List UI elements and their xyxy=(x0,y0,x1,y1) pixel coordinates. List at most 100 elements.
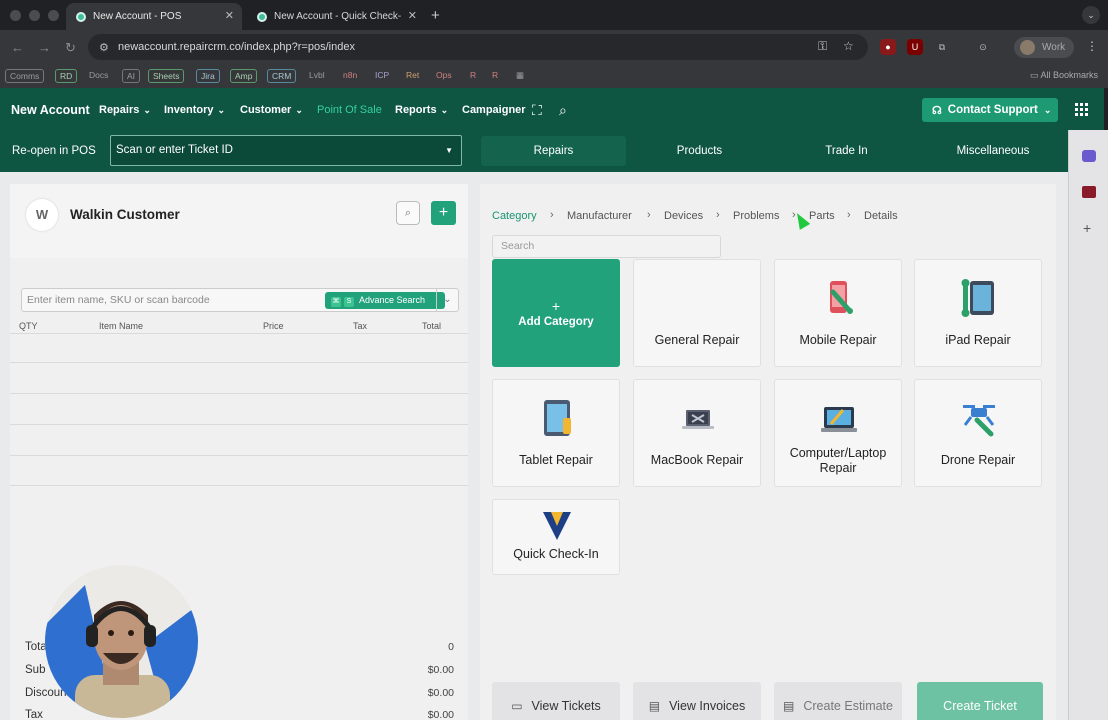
close-icon[interactable]: ✕ xyxy=(225,9,234,22)
apps-grid-icon[interactable] xyxy=(1075,103,1088,116)
bookmark-item[interactable]: Amp xyxy=(230,69,258,83)
tab-title: New Account - Quick Check- xyxy=(274,11,402,22)
app-top-nav: New Account Repairs ⌄ Inventory ⌄ Customer… xyxy=(0,88,1104,132)
category-card-macbook-repair[interactable]: MacBook Repair xyxy=(633,379,761,487)
forward-arrow-icon[interactable]: → xyxy=(38,40,51,55)
bookmark-item[interactable]: Docs xyxy=(85,69,112,83)
extension-target-icon[interactable]: ⊙ xyxy=(975,39,991,55)
ticket-id-select[interactable]: Scan or enter Ticket ID ▼ xyxy=(110,135,462,166)
avatar xyxy=(1020,40,1035,55)
bookmark-item[interactable]: AI xyxy=(122,69,141,83)
item-search-input[interactable]: Enter item name, SKU or scan barcode ⌘ S … xyxy=(21,288,459,312)
bookmark-star-icon[interactable]: ☆ xyxy=(843,39,854,53)
divider xyxy=(10,362,468,363)
tab-repairs[interactable]: Repairs xyxy=(481,136,626,166)
breadcrumb-category[interactable]: Category xyxy=(492,210,537,222)
new-tab-plus-icon[interactable]: + xyxy=(431,7,440,24)
summary-discount-label: Discoun xyxy=(25,687,67,699)
breadcrumb-parts[interactable]: Parts xyxy=(809,210,835,222)
breadcrumb-devices[interactable]: Devices xyxy=(664,210,703,222)
invoice-icon: ▤ xyxy=(648,699,661,713)
bookmark-item[interactable]: Comms xyxy=(5,69,45,83)
grid-bookmark-icon[interactable]: ▦ xyxy=(512,69,528,83)
brand-name[interactable]: New Account xyxy=(11,103,90,117)
avatar: W xyxy=(26,199,58,231)
catalog-search-input[interactable]: Search xyxy=(492,235,721,258)
search-icon[interactable]: ⌕ xyxy=(559,102,567,119)
category-card-general-repair[interactable]: General Repair xyxy=(633,259,761,367)
nav-inventory[interactable]: Inventory ⌄ xyxy=(164,104,225,116)
bookmark-item[interactable]: n8n xyxy=(339,69,361,83)
category-card-mobile-repair[interactable]: Mobile Repair xyxy=(774,259,902,367)
extensions-puzzle-icon[interactable]: ⧉ xyxy=(934,39,950,55)
add-customer-button[interactable]: + xyxy=(431,201,456,225)
search-customer-button[interactable]: ⌕ xyxy=(396,201,420,225)
bookmark-item[interactable]: RD xyxy=(55,69,78,83)
create-ticket-button[interactable]: Create Ticket xyxy=(917,682,1043,720)
tab-products[interactable]: Products xyxy=(627,136,772,166)
category-card-tablet-repair[interactable]: Tablet Repair xyxy=(492,379,620,487)
browser-tab-pos[interactable]: New Account - POS ✕ xyxy=(66,3,242,30)
nav-repairs[interactable]: Repairs ⌄ xyxy=(99,104,151,116)
headset-icon: ☊ xyxy=(932,104,942,117)
bookmark-item[interactable]: Ops xyxy=(432,69,456,83)
bookmark-item[interactable]: R xyxy=(466,69,480,83)
browser-tab-quick-check[interactable]: New Account - Quick Check- ✕ xyxy=(247,3,425,30)
extension-ublock-icon[interactable]: U xyxy=(907,39,923,55)
window-zoom-dot[interactable] xyxy=(48,10,59,21)
estimate-icon: ▤ xyxy=(783,699,795,713)
nav-campaigner[interactable]: Campaigner xyxy=(462,104,526,116)
customer-name[interactable]: Walkin Customer xyxy=(70,207,180,222)
breadcrumb-manufacturer[interactable]: Manufacturer xyxy=(567,210,632,222)
extension-record-icon[interactable]: ● xyxy=(880,39,896,55)
bookmark-item[interactable]: Jira xyxy=(196,69,220,83)
add-plus-icon[interactable]: + xyxy=(1083,220,1091,236)
create-estimate-button[interactable]: ▤ Create Estimate xyxy=(774,682,902,720)
nav-point-of-sale[interactable]: Point Of Sale xyxy=(317,104,382,116)
advance-search-button[interactable]: ⌘ S Advance Search xyxy=(325,292,445,309)
dropdown-arrow-icon: ▼ xyxy=(445,146,453,155)
breadcrumb-details[interactable]: Details xyxy=(864,210,898,222)
tab-miscellaneous[interactable]: Miscellaneous xyxy=(920,136,1066,166)
category-card-computer-laptop-repair[interactable]: Computer/Laptop Repair xyxy=(774,379,902,487)
nav-customer[interactable]: Customer ⌄ xyxy=(240,104,303,116)
url-text: newaccount.repaircrm.co/index.php?r=pos/… xyxy=(118,41,355,53)
view-invoices-button[interactable]: ▤ View Invoices xyxy=(633,682,761,720)
bookmark-item[interactable]: ICP xyxy=(371,69,393,83)
phone-wrench-icon xyxy=(830,281,853,314)
column-header: Tax xyxy=(353,321,368,331)
reload-icon[interactable]: ↻ xyxy=(65,40,76,56)
nav-reports[interactable]: Reports ⌄ xyxy=(395,104,448,116)
tab-search-chevron-icon[interactable]: ⌄ xyxy=(1082,6,1100,24)
chevron-down-icon[interactable]: ⌄ xyxy=(436,289,458,311)
side-app-icon[interactable] xyxy=(1082,186,1096,198)
bookmark-item[interactable]: R xyxy=(488,69,502,83)
category-card-quick-check-in[interactable]: Quick Check-In xyxy=(492,499,620,575)
scan-icon[interactable]: ⛶ xyxy=(532,102,542,119)
category-card-drone-repair[interactable]: Drone Repair xyxy=(914,379,1042,487)
bookmark-item[interactable]: CRM xyxy=(267,69,297,83)
view-tickets-button[interactable]: ▭ View Tickets xyxy=(492,682,620,720)
window-close-dot[interactable] xyxy=(10,10,21,21)
url-input[interactable]: ⚙ newaccount.repaircrm.co/index.php?r=po… xyxy=(88,34,868,60)
bookmark-item[interactable]: Sheets xyxy=(148,69,185,83)
breadcrumb-problems[interactable]: Problems xyxy=(733,210,779,222)
profile-chip[interactable]: Work xyxy=(1014,37,1074,58)
bookmark-item[interactable]: Ret xyxy=(402,69,423,83)
side-app-icon[interactable] xyxy=(1082,150,1096,162)
add-category-button[interactable]: + Add Category xyxy=(492,259,620,367)
category-label: Computer/Laptop Repair xyxy=(789,446,887,475)
bookmark-item[interactable]: Lvbl xyxy=(305,69,329,83)
all-bookmarks[interactable]: ▭ All Bookmarks xyxy=(1030,70,1098,81)
back-arrow-icon[interactable]: ← xyxy=(11,40,24,55)
summary-subtotal-label: Sub xyxy=(25,664,46,676)
site-info-icon[interactable]: ⚙ xyxy=(99,41,109,54)
close-icon[interactable]: ✕ xyxy=(408,9,417,22)
reopen-label: Re-open in POS xyxy=(12,145,96,157)
contact-support-button[interactable]: ☊ Contact Support ⌄ xyxy=(922,98,1058,122)
key-icon[interactable]: ⚿ xyxy=(818,39,827,54)
category-card-ipad-repair[interactable]: iPad Repair xyxy=(914,259,1042,367)
tab-trade-in[interactable]: Trade In xyxy=(774,136,919,166)
browser-menu-icon[interactable]: ⋮ xyxy=(1086,39,1098,53)
window-minimize-dot[interactable] xyxy=(29,10,40,21)
